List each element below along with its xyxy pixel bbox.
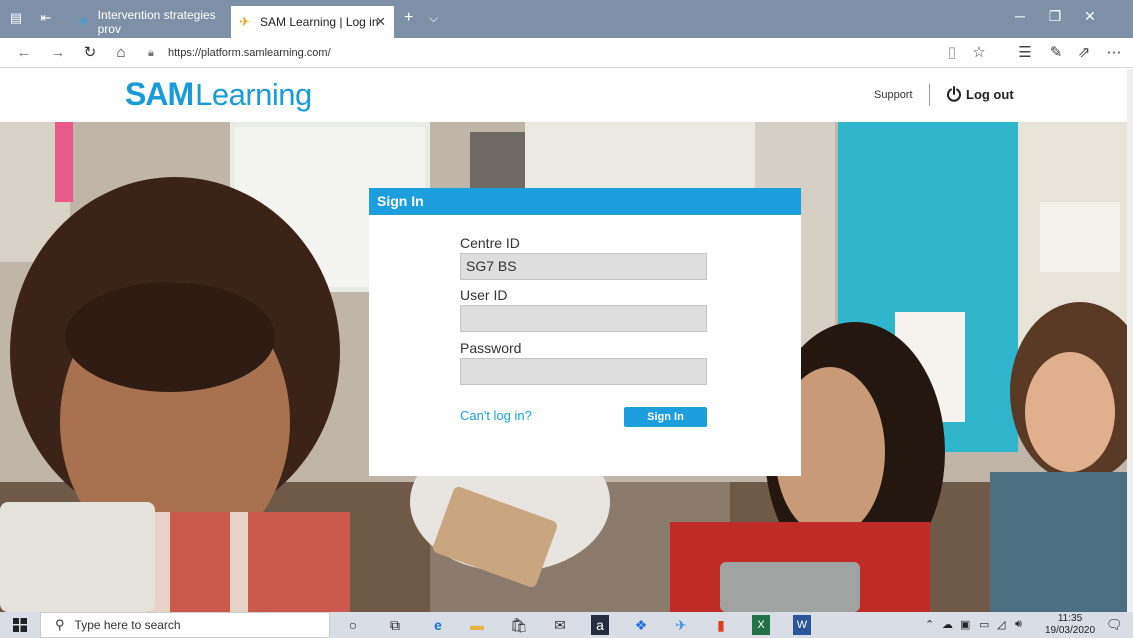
site-header: SAM Learning Support Log out	[0, 69, 1133, 122]
onedrive-icon[interactable]: ☁	[942, 618, 953, 631]
more-menu-icon[interactable]: ⋯	[1104, 43, 1124, 63]
support-link[interactable]: Support	[874, 89, 913, 101]
taskbar-clock[interactable]: 11:35 19/03/2020	[1040, 613, 1100, 637]
restore-icon[interactable]: ❐	[1043, 8, 1067, 25]
close-window-icon[interactable]: ✕	[1078, 8, 1102, 25]
centre-id-input[interactable]: SG7 BS	[460, 253, 707, 280]
web-note-icon[interactable]: ✎	[1046, 43, 1066, 63]
minimize-icon[interactable]: ─	[1008, 8, 1032, 24]
tab-intervention-strategies[interactable]: ✈ Intervention strategies prov	[70, 6, 228, 38]
start-button[interactable]	[0, 612, 40, 638]
windows-logo-icon	[13, 618, 27, 632]
tab-title: Intervention strategies prov	[97, 8, 216, 36]
logout-label: Log out	[966, 86, 1014, 102]
edge-icon[interactable]: e	[427, 615, 449, 635]
set-aside-tabs-icon[interactable]: ⇤	[38, 10, 54, 26]
tab-preview-chevron-icon[interactable]: ⌵	[429, 9, 438, 27]
forward-icon[interactable]: →	[48, 43, 68, 63]
browser-tab-strip: ▤ ⇤ ✈ Intervention strategies prov ✈ SAM…	[0, 0, 1133, 38]
search-icon: ⚲	[55, 617, 65, 632]
url-text: https://platform.samlearning.com/	[168, 47, 331, 59]
dropbox-icon[interactable]: ❖	[630, 615, 652, 635]
search-placeholder: Type here to search	[74, 618, 181, 632]
task-view-icon[interactable]: ⧉	[384, 615, 406, 635]
tray-chevron-icon[interactable]: ⌃	[925, 618, 934, 631]
password-label: Password	[460, 340, 522, 356]
excel-icon[interactable]: X	[752, 615, 770, 635]
user-id-input[interactable]	[460, 305, 707, 332]
site-favicon-icon: ✈	[78, 14, 89, 29]
word-icon[interactable]: W	[793, 615, 811, 635]
cortana-icon[interactable]: ○	[342, 615, 364, 635]
store-icon[interactable]: 🛍︎	[508, 615, 530, 635]
share-icon[interactable]: ⇗	[1074, 43, 1094, 63]
taskbar-search-box[interactable]: ⚲ Type here to search	[40, 612, 330, 638]
volume-icon[interactable]: 🔊︎	[1015, 618, 1022, 631]
battery-icon[interactable]: ▭	[979, 618, 989, 631]
address-bar: ← → ↻ ⌂ 🔒︎ https://platform.samlearning.c…	[0, 38, 1133, 68]
lock-icon: 🔒︎	[148, 47, 154, 59]
logo-sam-text: SAM	[125, 76, 194, 112]
amazon-icon[interactable]: a	[591, 615, 609, 635]
logout-button[interactable]: Log out	[946, 86, 1014, 102]
signin-card: Sign In Centre ID SG7 BS User ID Passwor…	[369, 188, 801, 476]
close-tab-icon[interactable]: ✕	[375, 14, 386, 30]
clock-time: 11:35	[1057, 613, 1083, 624]
new-tab-icon[interactable]: +	[404, 9, 413, 27]
tray-app-icon[interactable]: ▣	[960, 618, 970, 631]
favorite-star-icon[interactable]: ☆	[969, 43, 989, 63]
power-icon	[947, 86, 961, 102]
tab-sam-learning[interactable]: ✈ SAM Learning | Log in ✕	[231, 6, 394, 38]
site-favicon-icon: ✈	[239, 14, 250, 29]
signin-button[interactable]: Sign In	[624, 407, 707, 427]
network-icon[interactable]: ◿	[997, 618, 1005, 631]
sam-learning-logo[interactable]: SAM Learning	[125, 76, 312, 114]
password-input[interactable]	[460, 358, 707, 385]
tab-title: SAM Learning | Log in	[260, 15, 379, 29]
mail-icon[interactable]: ✉	[549, 615, 571, 635]
notifications-icon[interactable]: 🗨︎	[1106, 617, 1123, 633]
page-scrollbar[interactable]	[1127, 69, 1133, 612]
signin-title: Sign In	[369, 188, 801, 215]
cant-login-link[interactable]: Can't log in?	[460, 408, 532, 423]
file-explorer-icon[interactable]: ▬	[466, 615, 488, 635]
sam-learning-app-icon[interactable]: ✈	[670, 615, 692, 635]
windows-taskbar: ⚲ Type here to search ○ ⧉ e ▬ 🛍︎ ✉ a ❖ ✈…	[0, 612, 1133, 638]
reading-view-icon[interactable]: ▯	[942, 43, 962, 63]
header-divider	[929, 84, 930, 106]
clock-date: 19/03/2020	[1044, 625, 1096, 636]
url-field[interactable]: 🔒︎ https://platform.samlearning.com/	[148, 43, 968, 63]
tab-manager-icon[interactable]: ▤	[8, 10, 24, 26]
refresh-icon[interactable]: ↻	[80, 43, 100, 63]
back-icon[interactable]: ←	[14, 43, 34, 63]
centre-id-label: Centre ID	[460, 235, 520, 251]
logo-learning-text: Learning	[195, 77, 312, 112]
office-icon[interactable]: ▮	[710, 615, 732, 635]
home-icon[interactable]: ⌂	[111, 43, 131, 63]
user-id-label: User ID	[460, 287, 508, 303]
favorites-hub-icon[interactable]: ☰	[1015, 43, 1035, 63]
